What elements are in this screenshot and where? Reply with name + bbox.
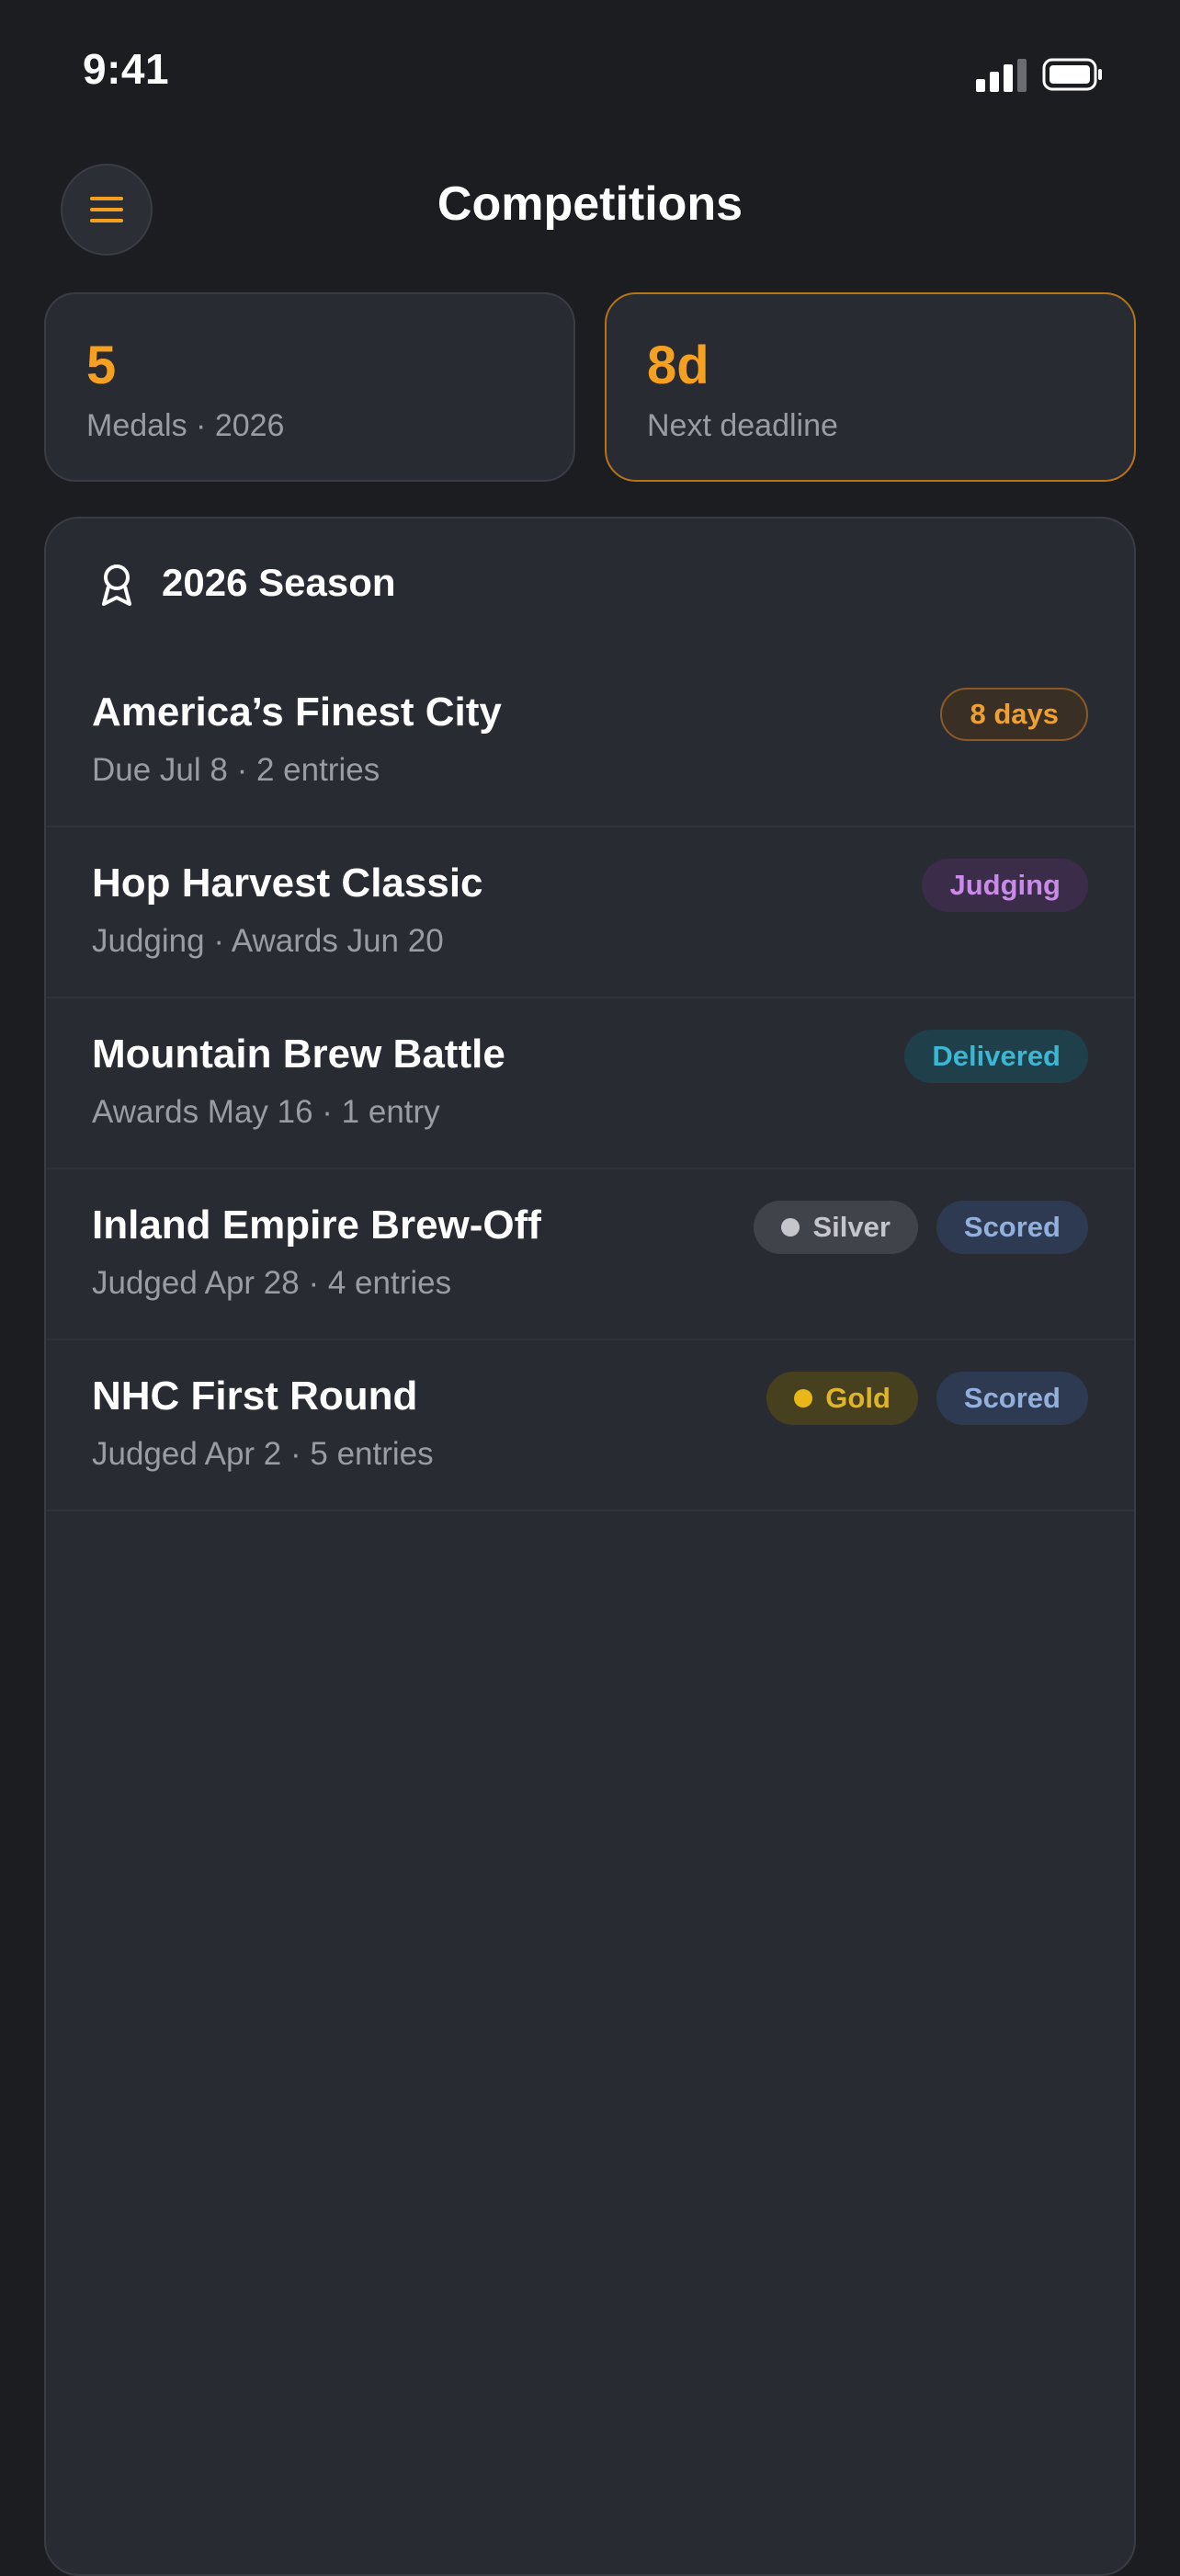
season-card: 2026 Season America’s Finest City Due Ju…	[44, 517, 1136, 2576]
deadline-badge: 8 days	[940, 688, 1088, 741]
scored-status-badge: Scored	[936, 1372, 1088, 1425]
medals-count: 5	[86, 336, 117, 395]
medals-label: Medals · 2026	[86, 408, 285, 443]
competition-name: Hop Harvest Classic	[92, 861, 483, 906]
delivered-status-badge: Delivered	[904, 1030, 1088, 1083]
gold-dot-icon	[794, 1389, 813, 1408]
competition-subtitle: Awards May 16 · 1 entry	[92, 1094, 440, 1130]
award-ribbon-icon	[102, 564, 131, 606]
medal-label: Gold	[825, 1382, 891, 1414]
competition-row-americas-finest-city[interactable]: America’s Finest City Due Jul 8 · 2 entr…	[46, 656, 1134, 827]
competition-row-mountain-brew-battle[interactable]: Mountain Brew Battle Awards May 16 · 1 e…	[46, 998, 1134, 1169]
status-time: 9:41	[83, 45, 170, 93]
next-deadline-stat-card[interactable]: 8d Next deadline	[605, 292, 1136, 482]
competition-row-inland-empire-brew-off[interactable]: Inland Empire Brew-Off Judged Apr 28 · 4…	[46, 1169, 1134, 1340]
season-header: 2026 Season	[46, 519, 1134, 647]
page-title: Competitions	[437, 177, 743, 231]
medals-stat-card[interactable]: 5 Medals · 2026	[44, 292, 575, 482]
competition-name: NHC First Round	[92, 1373, 418, 1419]
competition-subtitle: Judged Apr 2 · 5 entries	[92, 1436, 434, 1472]
competition-subtitle: Due Jul 8 · 2 entries	[92, 752, 380, 788]
competition-row-hop-harvest-classic[interactable]: Hop Harvest Classic Judging · Awards Jun…	[46, 827, 1134, 998]
medal-label: Silver	[812, 1211, 891, 1243]
judging-status-badge: Judging	[922, 859, 1088, 912]
competition-row-nhc-first-round[interactable]: NHC First Round Judged Apr 2 · 5 entries…	[46, 1340, 1134, 1511]
season-title: 2026 Season	[162, 561, 396, 604]
competition-subtitle: Judged Apr 28 · 4 entries	[92, 1265, 452, 1301]
competition-name: Inland Empire Brew-Off	[92, 1203, 541, 1248]
silver-dot-icon	[781, 1218, 800, 1237]
competition-name: Mountain Brew Battle	[92, 1032, 505, 1077]
next-deadline-value: 8d	[647, 336, 709, 395]
next-deadline-label: Next deadline	[647, 408, 838, 443]
status-bar: 9:41	[0, 0, 1180, 138]
competition-subtitle: Judging · Awards Jun 20	[92, 923, 444, 959]
scored-status-badge: Scored	[936, 1201, 1088, 1254]
cellular-signal-icon	[976, 59, 1027, 92]
battery-icon	[1042, 58, 1102, 91]
silver-medal-badge: Silver	[754, 1201, 918, 1254]
gold-medal-badge: Gold	[766, 1372, 918, 1425]
competition-name: America’s Finest City	[92, 690, 502, 735]
